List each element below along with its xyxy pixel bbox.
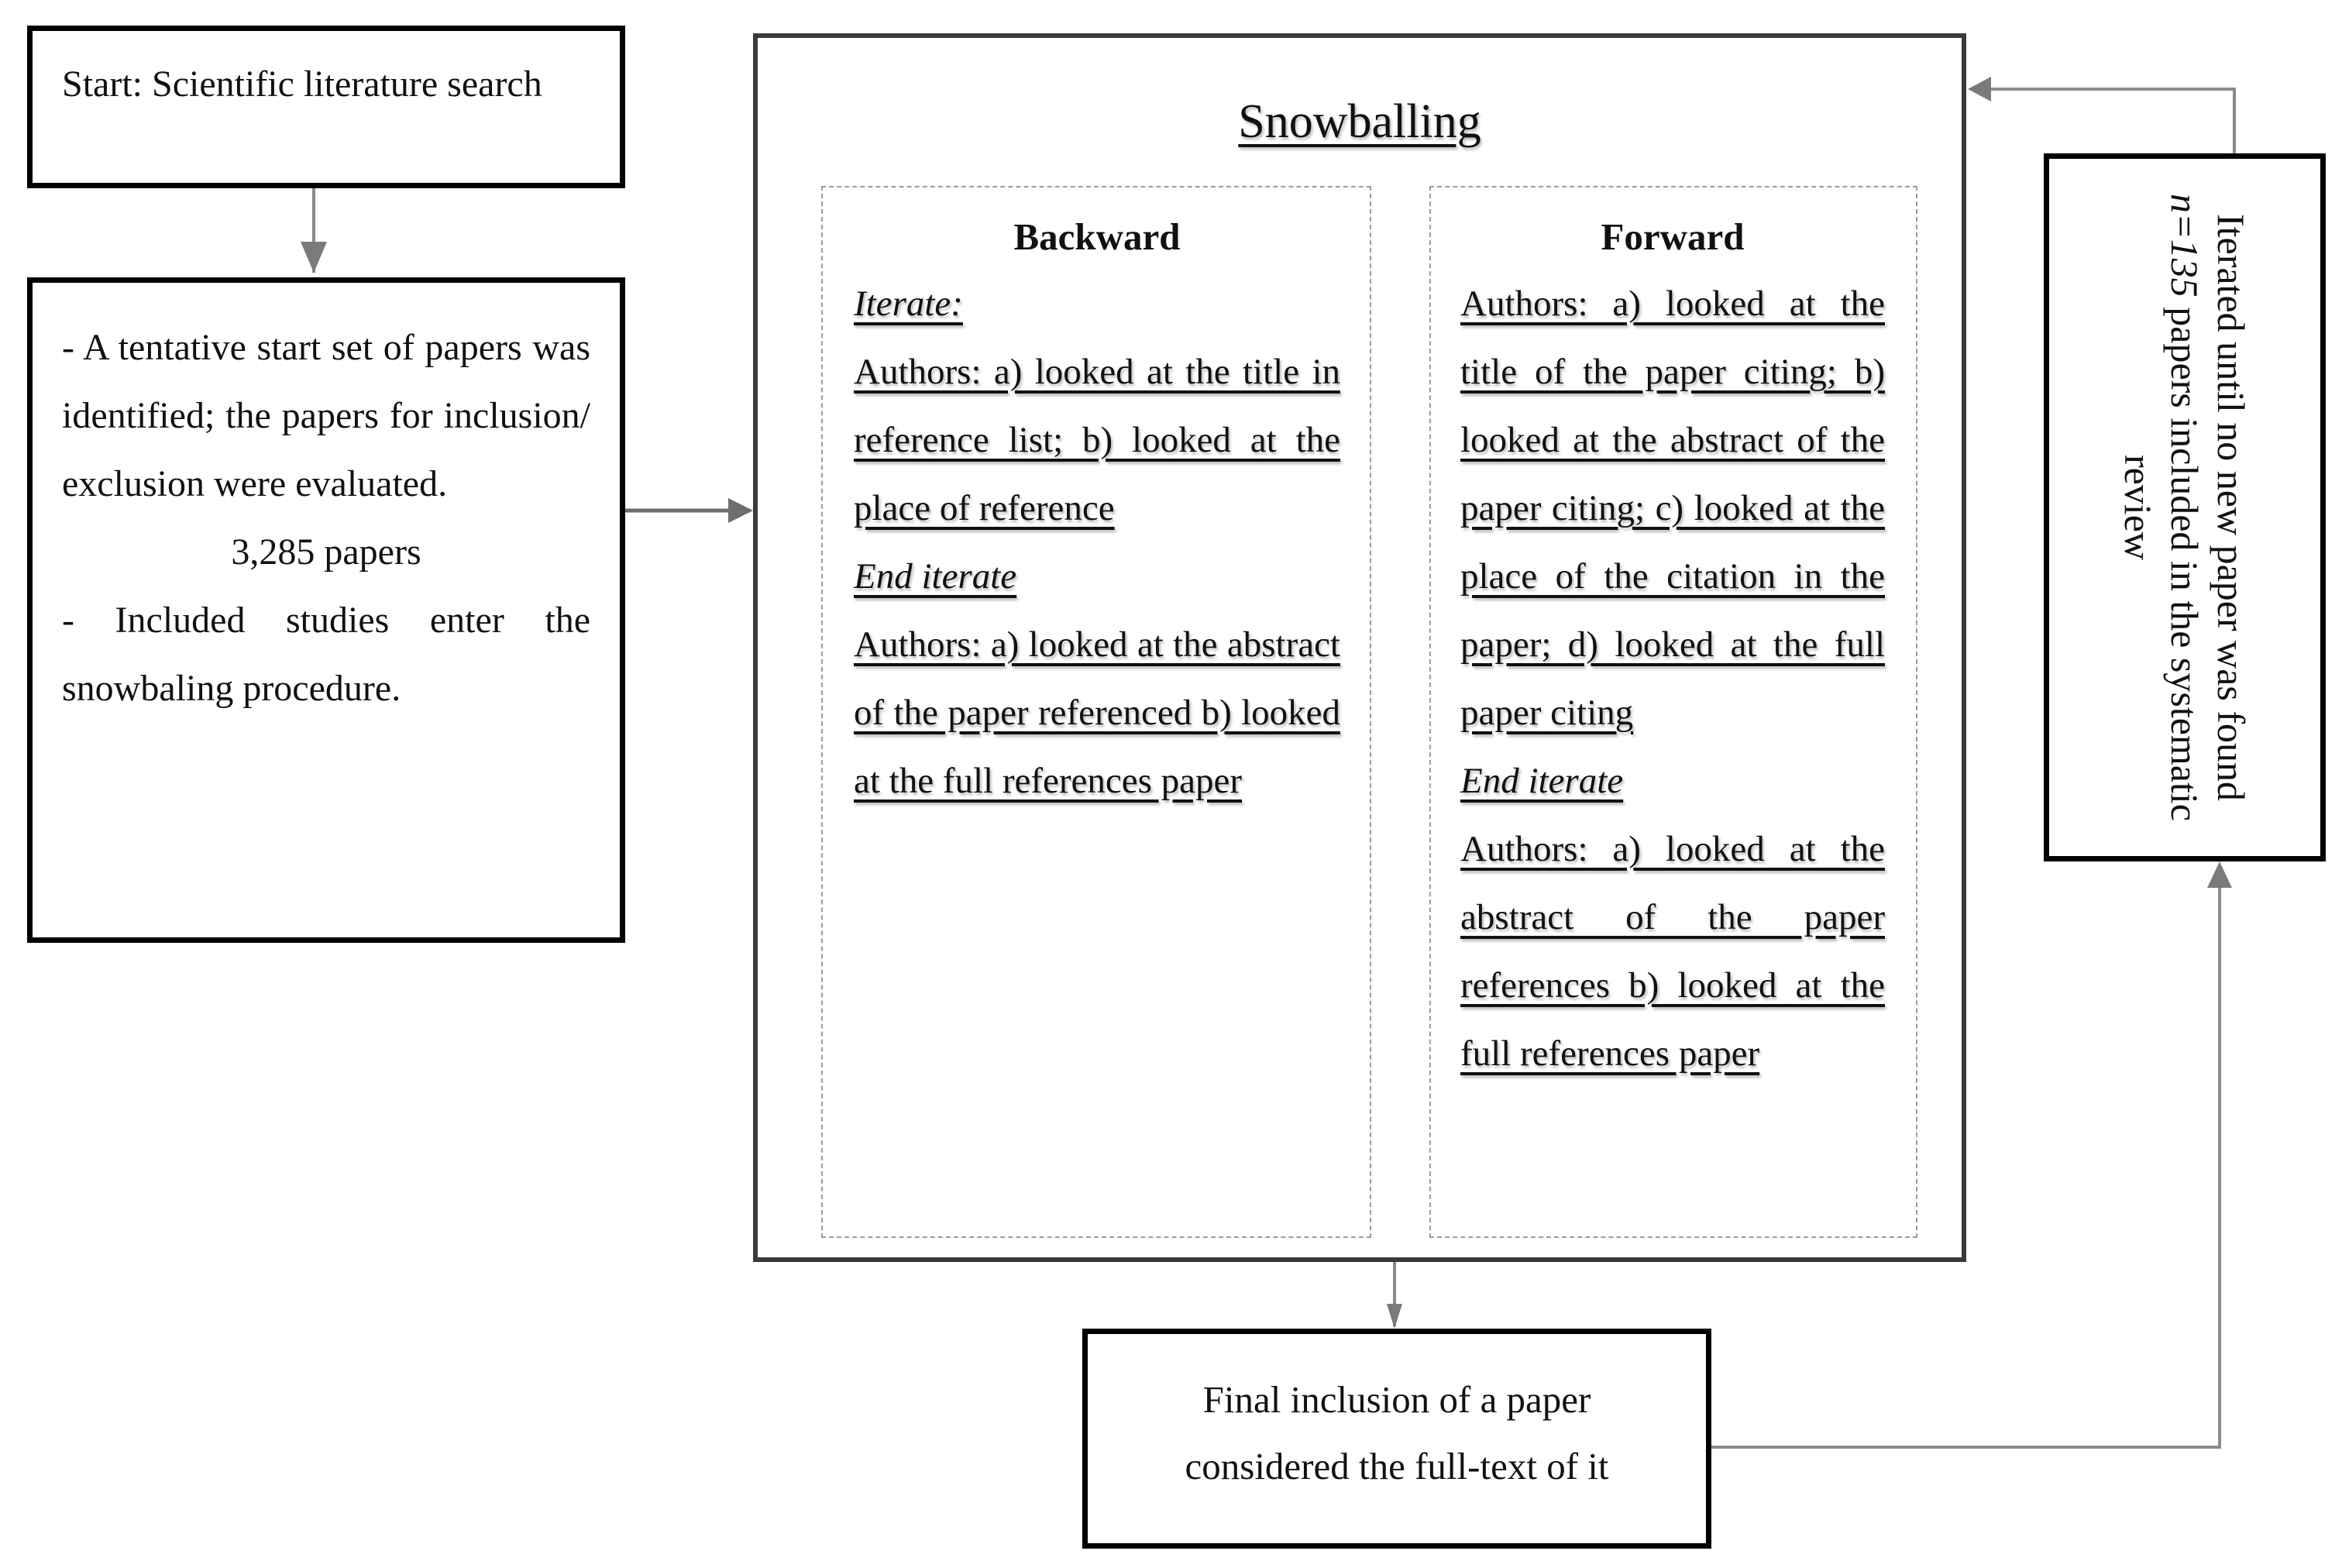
arrowhead-down-icon bbox=[301, 242, 327, 273]
screening-description: - A tentative start set of papers was id… bbox=[62, 327, 590, 504]
arrowhead-down-icon bbox=[1387, 1304, 1402, 1329]
arrowhead-up-icon bbox=[2207, 861, 2232, 888]
arrow-iteration-to-snowballing bbox=[1972, 88, 2236, 155]
backward-column: Backward Iterate: Authors: a) looked at … bbox=[821, 186, 1371, 1238]
forward-step1: Authors: a) looked at the title of the p… bbox=[1460, 284, 1885, 733]
forward-end-iterate-label: End iterate bbox=[1460, 761, 1624, 801]
snowballing-title: Snowballing bbox=[1238, 95, 1481, 148]
paper-count: 3,285 papers bbox=[231, 531, 421, 573]
screening-box: - A tentative start set of papers was id… bbox=[27, 277, 625, 943]
forward-column: Forward Authors: a) looked at the title … bbox=[1429, 186, 1917, 1238]
arrowhead-right-icon bbox=[728, 498, 753, 523]
iteration-box: Iterated until no new paper was found n=… bbox=[2044, 153, 2326, 861]
backward-heading: Backward bbox=[1013, 215, 1181, 258]
final-inclusion-box: Final inclusion of a paper considered th… bbox=[1082, 1329, 1711, 1549]
backward-step1: Authors: a) looked at the title in refer… bbox=[854, 352, 1340, 528]
start-box-text: Start: Scientific literature search bbox=[62, 64, 542, 105]
start-box: Start: Scientific literature search bbox=[27, 26, 625, 188]
iteration-text-after: papers included in the systematic review bbox=[2117, 297, 2206, 821]
final-line1: Final inclusion of a paper bbox=[1202, 1378, 1591, 1421]
iteration-text: Iterated until no new paper was found n=… bbox=[2115, 174, 2254, 841]
forward-step2: Authors: a) looked at the abstract of th… bbox=[1460, 829, 1885, 1074]
forward-heading: Forward bbox=[1601, 215, 1745, 258]
final-line2: considered the full-text of it bbox=[1185, 1445, 1609, 1487]
iteration-text-before: Iterated until no new paper was found bbox=[2210, 213, 2253, 802]
backward-step2: Authors: a) looked at the abstract of th… bbox=[854, 624, 1340, 801]
backward-iterate-label: Iterate: bbox=[854, 284, 963, 324]
arrowhead-left-icon bbox=[1968, 77, 1991, 101]
screening-note: - Included studies enter the snowbaling … bbox=[62, 600, 590, 709]
iteration-n-value: n=135 bbox=[2163, 194, 2206, 297]
backward-end-iterate-label: End iterate bbox=[854, 556, 1017, 597]
